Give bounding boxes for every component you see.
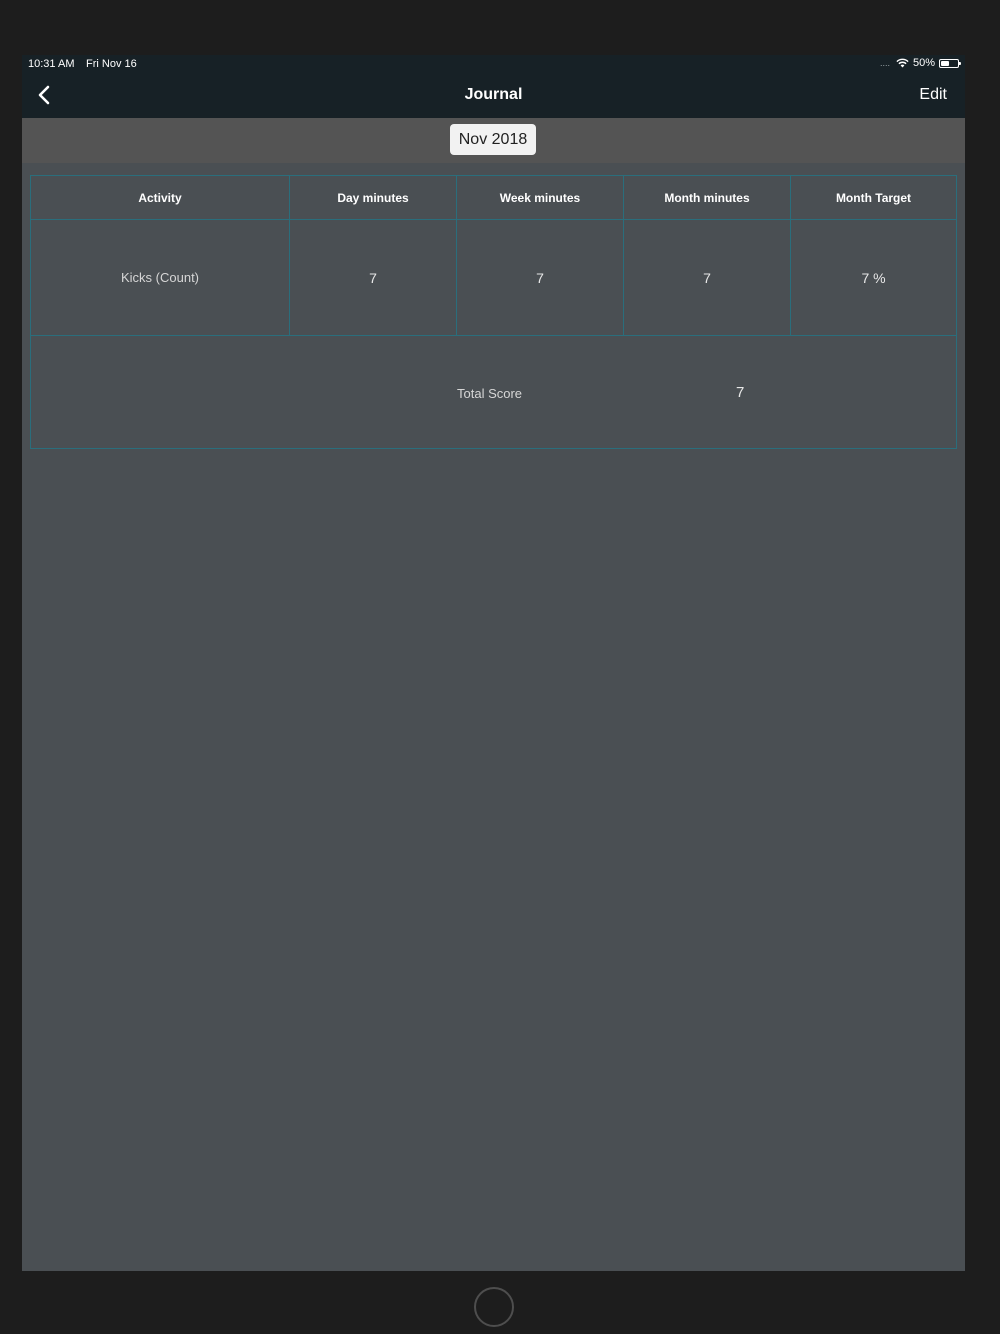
chevron-left-icon [38, 85, 50, 105]
week-minutes-cell: 7 [457, 220, 624, 335]
header-week-minutes: Week minutes [457, 176, 624, 219]
total-score-row: Total Score 7 [31, 336, 956, 448]
header-month-target: Month Target [835, 190, 912, 205]
battery-icon [939, 58, 961, 68]
month-minutes-cell: 7 [624, 220, 791, 335]
month-picker-button[interactable]: Nov 2018 [450, 124, 536, 155]
header-day-minutes: Day minutes [290, 176, 457, 219]
battery-percent: 50% [912, 57, 935, 69]
month-selector-bar: Nov 2018 [22, 118, 965, 163]
wifi-icon [896, 58, 909, 68]
edit-button[interactable]: Edit [919, 86, 947, 104]
app-screen: 10:31 AM Fri Nov 16 .... 50% Journal Edi… [22, 55, 965, 1271]
battery-level-fill [941, 60, 949, 66]
table-row[interactable]: Kicks (Count) 7 7 7 7 % [31, 220, 956, 336]
total-score-value: 7 [736, 384, 745, 401]
status-bar: 10:31 AM Fri Nov 16 .... 50% [22, 55, 965, 73]
day-minutes-cell: 7 [290, 220, 457, 335]
month-target-cell: 7 % [861, 269, 886, 286]
journal-table: Activity Day minutes Week minutes Month … [30, 175, 957, 449]
page-title: Journal [464, 86, 523, 103]
header-month-minutes: Month minutes [624, 176, 791, 219]
home-button[interactable] [474, 1287, 514, 1327]
status-time: 10:31 AM [28, 58, 75, 70]
device-frame: 10:31 AM Fri Nov 16 .... 50% Journal Edi… [0, 0, 1000, 1334]
back-button[interactable] [30, 81, 58, 109]
total-score-label: Total Score [457, 386, 523, 401]
status-indicators: .... 50% [879, 57, 961, 69]
table-header-row: Activity Day minutes Week minutes Month … [31, 176, 956, 220]
activity-cell: Kicks (Count) [31, 220, 290, 335]
header-activity: Activity [31, 176, 290, 219]
signal-icon: .... [879, 58, 890, 68]
navigation-bar: Journal Edit [22, 73, 965, 118]
status-date: Fri Nov 16 [86, 58, 137, 70]
